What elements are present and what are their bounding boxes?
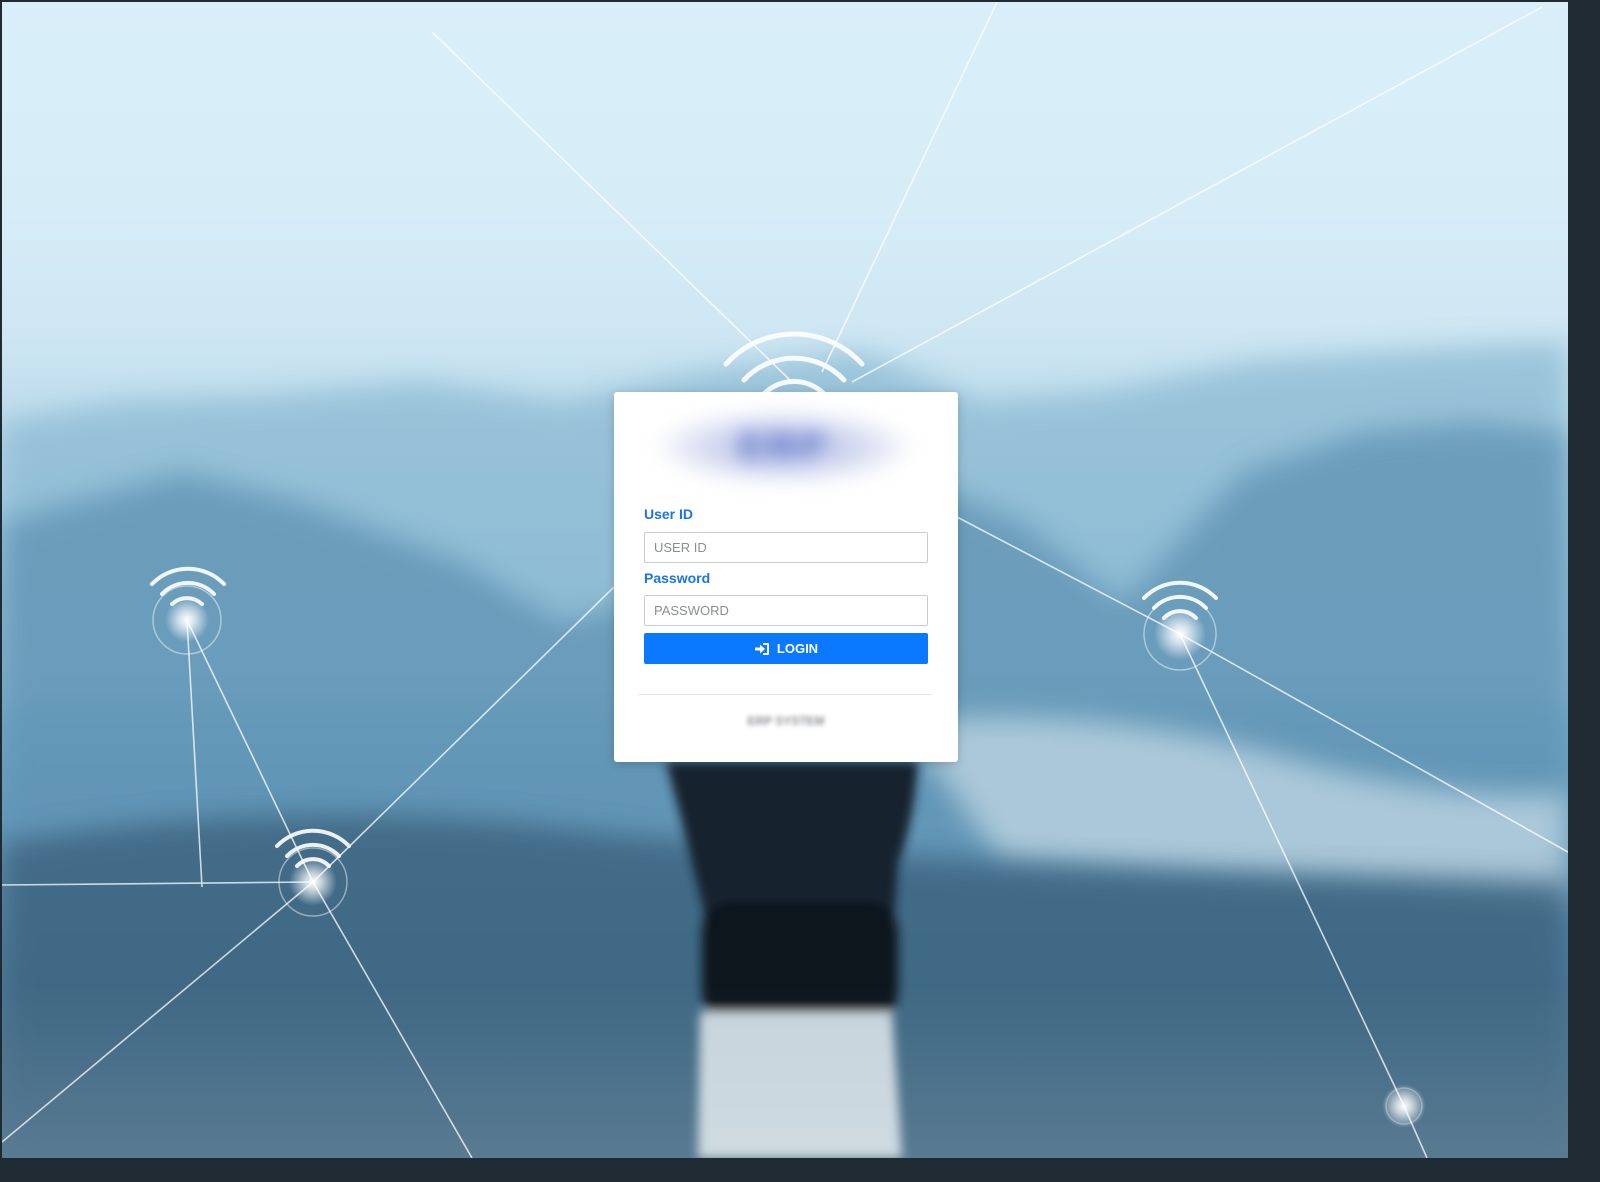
user-id-input[interactable]	[644, 532, 928, 563]
company-logo: ERP	[658, 410, 910, 484]
background-image: ERP User ID Password LOGIN ERP SYSTEM	[2, 2, 1568, 1158]
card-divider	[638, 694, 932, 695]
password-label: Password	[644, 570, 711, 586]
login-button[interactable]: LOGIN	[644, 633, 928, 664]
password-input[interactable]	[644, 595, 928, 626]
sign-in-icon	[754, 642, 769, 655]
login-screen: ERP User ID Password LOGIN ERP SYSTEM	[0, 0, 1600, 1182]
bokeh-haze	[2, 982, 1568, 1158]
footer-system-name: ERP SYSTEM	[747, 714, 825, 728]
login-button-label: LOGIN	[776, 641, 819, 656]
login-card: ERP User ID Password LOGIN ERP SYSTEM	[614, 392, 958, 762]
user-id-label: User ID	[644, 506, 694, 522]
